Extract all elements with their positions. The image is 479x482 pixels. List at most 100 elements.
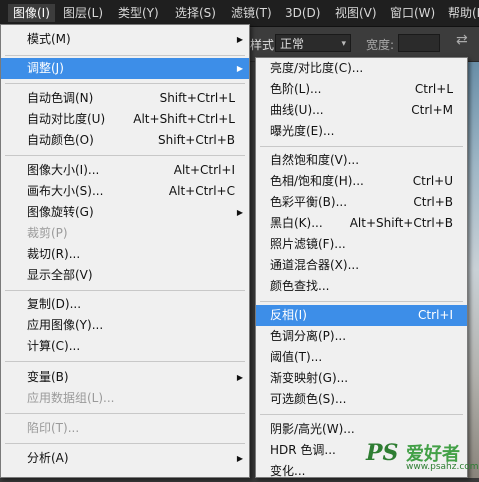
menu-item-label: 曝光度(E)... xyxy=(270,124,335,138)
menu-item-apply-data-set: 应用数据组(L)... xyxy=(1,388,249,409)
menu-item-label: 画布大小(S)... xyxy=(27,184,104,198)
menubar-item-layer[interactable]: 图层(L) xyxy=(58,4,108,22)
menu-item-label: 亮度/对比度(C)... xyxy=(270,61,364,75)
menu-item-apply-image[interactable]: 应用图像(Y)... xyxy=(1,315,249,336)
menu-item-label: 反相(I) xyxy=(270,308,307,322)
menubar-item-filter[interactable]: 滤镜(T) xyxy=(226,4,277,22)
menu-item-variables[interactable]: 变量(B) ▶ xyxy=(1,367,249,388)
menu-separator xyxy=(260,301,463,302)
menu-item-label: 自然饱和度(V)... xyxy=(270,153,360,167)
menu-item-label: 可选颜色(S)... xyxy=(270,392,347,406)
menu-item-mode[interactable]: 模式(M) ▶ xyxy=(1,29,249,50)
menu-item-label: 自动色调(N) xyxy=(27,91,94,105)
menu-item-label: 通道混合器(X)... xyxy=(270,258,360,272)
menu-item-label: 图像旋转(G) xyxy=(27,205,94,219)
menu-item-label: 变化... xyxy=(270,464,306,478)
style-label: 样式: xyxy=(250,38,279,52)
menu-item-shortcut: Ctrl+B xyxy=(413,195,453,209)
menu-item-canvas-size[interactable]: 画布大小(S)... Alt+Ctrl+C xyxy=(1,181,249,202)
menu-item-label: 图像大小(I)... xyxy=(27,163,100,177)
menu-separator xyxy=(5,83,245,84)
style-select[interactable]: 正常 ▾ xyxy=(275,34,351,52)
swap-icon[interactable]: ⇄ xyxy=(456,32,468,48)
menu-item-selective-color[interactable]: 可选颜色(S)... xyxy=(256,389,467,410)
menu-item-photo-filter[interactable]: 照片滤镜(F)... xyxy=(256,234,467,255)
menu-item-reveal-all[interactable]: 显示全部(V) xyxy=(1,265,249,286)
watermark-logo: PS xyxy=(366,440,399,466)
menu-item-label: 阈值(T)... xyxy=(270,350,323,364)
menu-item-auto-contrast[interactable]: 自动对比度(U) Alt+Shift+Ctrl+L xyxy=(1,109,249,130)
menu-bar: 图像(I) 图层(L) 类型(Y) 选择(S) 滤镜(T) 3D(D) 视图(V… xyxy=(0,0,479,27)
menu-item-vibrance[interactable]: 自然饱和度(V)... xyxy=(256,150,467,171)
menubar-item-view[interactable]: 视图(V) xyxy=(330,4,382,22)
menu-item-black-white[interactable]: 黑白(K)... Alt+Shift+Ctrl+B xyxy=(256,213,467,234)
watermark: PS 爱好者 www.psahz.com xyxy=(366,440,479,476)
menu-item-label: HDR 色调... xyxy=(270,443,336,457)
menu-item-curves[interactable]: 曲线(U)... Ctrl+M xyxy=(256,100,467,121)
menu-item-label: 裁切(R)... xyxy=(27,247,81,261)
menu-item-label: 颜色查找... xyxy=(270,279,330,293)
submenu-arrow-icon: ▶ xyxy=(236,454,243,463)
width-input[interactable] xyxy=(398,34,440,52)
menu-separator xyxy=(5,443,245,444)
menu-item-image-rotation[interactable]: 图像旋转(G) ▶ xyxy=(1,202,249,223)
menu-item-exposure[interactable]: 曝光度(E)... xyxy=(256,121,467,142)
menu-item-color-lookup[interactable]: 颜色查找... xyxy=(256,276,467,297)
menu-item-crop: 裁剪(P) xyxy=(1,223,249,244)
menu-item-gradient-map[interactable]: 渐变映射(G)... xyxy=(256,368,467,389)
menu-item-shortcut: Shift+Ctrl+L xyxy=(159,91,235,105)
menu-item-image-size[interactable]: 图像大小(I)... Alt+Ctrl+I xyxy=(1,160,249,181)
width-label: 宽度: xyxy=(366,38,395,52)
menu-item-trim[interactable]: 裁切(R)... xyxy=(1,244,249,265)
menu-item-auto-tone[interactable]: 自动色调(N) Shift+Ctrl+L xyxy=(1,88,249,109)
menu-item-label: 应用数据组(L)... xyxy=(27,391,115,405)
menu-item-label: 色调分离(P)... xyxy=(270,329,347,343)
menu-item-shortcut: Ctrl+I xyxy=(418,308,453,322)
submenu-arrow-icon: ▶ xyxy=(236,64,243,73)
menu-item-label: 分析(A) xyxy=(27,451,69,465)
menu-item-label: 复制(D)... xyxy=(27,297,82,311)
menu-item-label: 自动对比度(U) xyxy=(27,112,106,126)
menu-item-levels[interactable]: 色阶(L)... Ctrl+L xyxy=(256,79,467,100)
menu-item-adjustments[interactable]: 调整(J) ▶ xyxy=(1,58,249,79)
menu-item-label: 曲线(U)... xyxy=(270,103,324,117)
menubar-item-help[interactable]: 帮助(H) xyxy=(443,4,479,22)
menu-item-calculations[interactable]: 计算(C)... xyxy=(1,336,249,357)
menu-item-label: 阴影/高光(W)... xyxy=(270,422,355,436)
menu-item-label: 显示全部(V) xyxy=(27,268,93,282)
menu-item-shortcut: Ctrl+L xyxy=(414,82,453,96)
menu-item-label: 渐变映射(G)... xyxy=(270,371,349,385)
menu-separator xyxy=(5,155,245,156)
menu-item-label: 陷印(T)... xyxy=(27,421,80,435)
menu-item-shortcut: Ctrl+U xyxy=(412,174,453,188)
menu-item-label: 计算(C)... xyxy=(27,339,81,353)
menu-item-label: 裁剪(P) xyxy=(27,226,68,240)
menubar-item-image[interactable]: 图像(I) xyxy=(8,4,55,22)
menu-item-brightness-contrast[interactable]: 亮度/对比度(C)... xyxy=(256,58,467,79)
menu-item-label: 色相/饱和度(H)... xyxy=(270,174,364,188)
menu-item-auto-color[interactable]: 自动颜色(O) Shift+Ctrl+B xyxy=(1,130,249,151)
menu-item-duplicate[interactable]: 复制(D)... xyxy=(1,294,249,315)
menu-item-color-balance[interactable]: 色彩平衡(B)... Ctrl+B xyxy=(256,192,467,213)
menu-item-label: 色彩平衡(B)... xyxy=(270,195,348,209)
menu-item-analysis[interactable]: 分析(A) ▶ xyxy=(1,448,249,469)
menu-item-shadows-highlights[interactable]: 阴影/高光(W)... xyxy=(256,419,467,440)
menu-item-threshold[interactable]: 阈值(T)... xyxy=(256,347,467,368)
menu-item-shortcut: Alt+Ctrl+C xyxy=(168,184,235,198)
menubar-item-select[interactable]: 选择(S) xyxy=(170,4,221,22)
menu-item-channel-mixer[interactable]: 通道混合器(X)... xyxy=(256,255,467,276)
menubar-item-3d[interactable]: 3D(D) xyxy=(280,4,325,22)
menu-item-label: 自动颜色(O) xyxy=(27,133,94,147)
adjustments-submenu: 亮度/对比度(C)... 色阶(L)... Ctrl+L 曲线(U)... Ct… xyxy=(255,57,468,478)
menu-item-invert[interactable]: 反相(I) Ctrl+I xyxy=(256,305,467,326)
menu-item-shortcut: Alt+Ctrl+I xyxy=(173,163,235,177)
menu-item-posterize[interactable]: 色调分离(P)... xyxy=(256,326,467,347)
menu-item-shortcut: Alt+Shift+Ctrl+B xyxy=(349,216,453,230)
menubar-item-window[interactable]: 窗口(W) xyxy=(385,4,440,22)
menu-item-hue-saturation[interactable]: 色相/饱和度(H)... Ctrl+U xyxy=(256,171,467,192)
image-menu: 模式(M) ▶ 调整(J) ▶ 自动色调(N) Shift+Ctrl+L 自动对… xyxy=(0,24,250,478)
menu-item-label: 调整(J) xyxy=(27,61,64,75)
menubar-item-type[interactable]: 类型(Y) xyxy=(113,4,164,22)
submenu-arrow-icon: ▶ xyxy=(236,35,243,44)
menu-item-label: 应用图像(Y)... xyxy=(27,318,104,332)
